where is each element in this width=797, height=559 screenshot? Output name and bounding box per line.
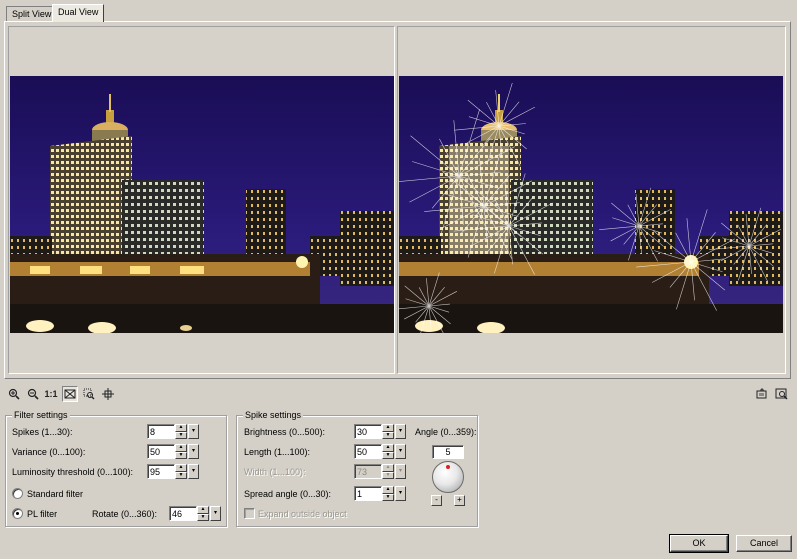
rotate-label: Rotate (0...360): xyxy=(92,509,158,519)
brightness-spinner[interactable]: 30 ▲ ▼ ▾ xyxy=(354,424,406,439)
spread-angle-input[interactable]: 1 xyxy=(354,486,382,501)
spin-up-icon[interactable]: ▲ xyxy=(382,444,394,452)
spread-angle-spinner[interactable]: 1 ▲ ▼ ▾ xyxy=(354,486,406,501)
rotate-input[interactable]: 46 xyxy=(169,506,197,521)
pl-filter-label[interactable]: PL filter xyxy=(27,509,57,519)
spin-up-icon[interactable]: ▲ xyxy=(197,506,209,514)
original-image xyxy=(10,76,394,333)
spin-up-icon[interactable]: ▲ xyxy=(382,424,394,432)
zoom-in-icon[interactable] xyxy=(6,386,22,402)
filter-settings-title: Filter settings xyxy=(12,410,70,420)
result-image xyxy=(399,76,783,333)
dropdown-arrow-icon[interactable]: ▾ xyxy=(188,444,199,459)
spin-up-icon[interactable]: ▲ xyxy=(175,464,187,472)
length-spinner[interactable]: 50 ▲ ▼ ▾ xyxy=(354,444,406,459)
luminosity-input[interactable]: 95 xyxy=(147,464,175,479)
ok-button[interactable]: OK xyxy=(669,534,729,553)
dropdown-arrow-icon[interactable]: ▾ xyxy=(188,464,199,479)
spin-down-icon[interactable]: ▼ xyxy=(175,431,187,439)
variance-label: Variance (0...100): xyxy=(12,447,86,457)
zoom-to-area-icon[interactable] xyxy=(81,386,97,402)
angle-input[interactable]: 5 xyxy=(432,445,464,459)
variance-input[interactable]: 50 xyxy=(147,444,175,459)
variance-spinner[interactable]: 50 ▲ ▼ ▾ xyxy=(147,444,199,459)
dropdown-arrow-icon[interactable]: ▾ xyxy=(395,444,406,459)
spin-up-icon: ▲ xyxy=(382,464,394,472)
spin-down-icon: ▼ xyxy=(382,471,394,479)
spread-angle-label: Spread angle (0...30): xyxy=(244,489,332,499)
spin-down-icon[interactable]: ▼ xyxy=(175,471,187,479)
spin-up-icon[interactable]: ▲ xyxy=(382,486,394,494)
spin-down-icon[interactable]: ▼ xyxy=(197,513,209,521)
brightness-label: Brightness (0...500): xyxy=(244,427,326,437)
dropdown-arrow-icon: ▾ xyxy=(395,464,406,479)
spin-up-icon[interactable]: ▲ xyxy=(175,424,187,432)
angle-dial[interactable] xyxy=(432,461,464,493)
length-input[interactable]: 50 xyxy=(354,444,382,459)
tab-split-view[interactable]: Split View xyxy=(6,6,58,22)
standard-filter-label[interactable]: Standard filter xyxy=(27,489,83,499)
spikes-input[interactable]: 8 xyxy=(147,424,175,439)
dropdown-arrow-icon[interactable]: ▾ xyxy=(395,424,406,439)
angle-decrease-button[interactable]: - xyxy=(431,495,442,506)
spin-down-icon[interactable]: ▼ xyxy=(382,493,394,501)
tab-dual-view[interactable]: Dual View xyxy=(52,4,105,22)
zoom-out-icon[interactable] xyxy=(25,386,41,402)
spikes-spinner[interactable]: 8 ▲ ▼ ▾ xyxy=(147,424,199,439)
original-pane xyxy=(8,26,395,374)
spikes-label: Spikes (1...30): xyxy=(12,427,73,437)
fit-to-window-icon[interactable] xyxy=(62,386,78,402)
luminosity-spinner[interactable]: 95 ▲ ▼ ▾ xyxy=(147,464,199,479)
dropdown-arrow-icon[interactable]: ▾ xyxy=(210,506,221,521)
spike-settings-title: Spike settings xyxy=(243,410,304,420)
autopreview-icon[interactable] xyxy=(773,386,789,402)
pl-filter-radio[interactable] xyxy=(12,508,23,519)
width-input: 73 xyxy=(354,464,382,479)
cancel-button[interactable]: Cancel xyxy=(736,535,792,552)
pan-icon[interactable] xyxy=(100,386,116,402)
spin-up-icon[interactable]: ▲ xyxy=(175,444,187,452)
length-label: Length (1...100): xyxy=(244,447,311,457)
brightness-input[interactable]: 30 xyxy=(354,424,382,439)
rotate-spinner[interactable]: 46 ▲ ▼ ▾ xyxy=(169,506,221,521)
preview-icon[interactable] xyxy=(754,386,770,402)
spin-down-icon[interactable]: ▼ xyxy=(382,451,394,459)
expand-outside-label: Expand outside object xyxy=(258,509,347,519)
spin-down-icon[interactable]: ▼ xyxy=(175,451,187,459)
standard-filter-radio[interactable] xyxy=(12,488,23,499)
luminosity-label: Luminosity threshold (0...100): xyxy=(12,467,134,477)
actual-size-icon[interactable]: 1:1 xyxy=(43,386,59,402)
angle-label: Angle (0...359): xyxy=(415,427,477,437)
preview-area xyxy=(4,21,791,379)
result-pane xyxy=(397,26,786,374)
expand-outside-checkbox xyxy=(244,508,255,519)
spin-down-icon[interactable]: ▼ xyxy=(382,431,394,439)
angle-increase-button[interactable]: + xyxy=(454,495,465,506)
width-label: Width (1...100): xyxy=(244,467,306,477)
dropdown-arrow-icon[interactable]: ▾ xyxy=(188,424,199,439)
width-spinner: 73 ▲ ▼ ▾ xyxy=(354,464,406,479)
dropdown-arrow-icon[interactable]: ▾ xyxy=(395,486,406,501)
